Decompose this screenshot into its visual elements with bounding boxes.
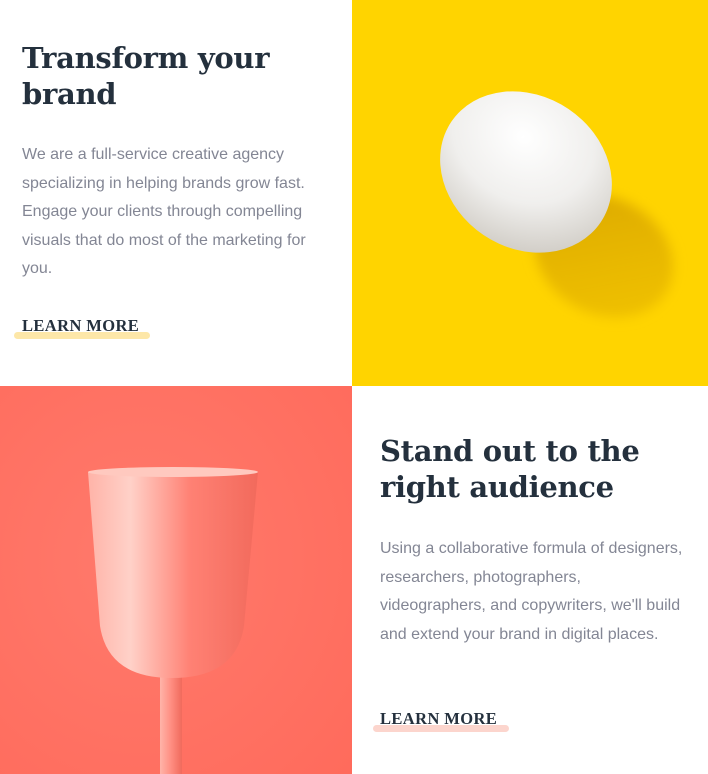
transform-learn-more-link[interactable]: LEARN MORE [22,316,139,336]
standout-heading-line2: right audience [380,470,614,504]
egg-illustration [352,0,708,386]
standout-heading-line1: Stand out to the [380,434,640,468]
transform-description: We are a full-service creative agency sp… [22,146,306,278]
egg-image [352,0,708,386]
feature-transform: Transform your brand We are a full-servi… [0,0,352,386]
feature-stand-out: Stand out to the right audience Using a … [352,386,708,774]
cup-rim [88,467,258,477]
standout-description: Using a collaborative formula of designe… [380,540,683,643]
transform-heading: Transform your brand [22,40,322,112]
standout-learn-more-link[interactable]: LEARN MORE [380,709,497,729]
transform-heading-line1: Transform your [22,41,270,75]
features-grid: Transform your brand We are a full-servi… [0,0,708,774]
cup-image [0,386,352,774]
cup-body [88,472,258,678]
cup-stem [160,666,182,774]
cup-illustration [0,386,352,774]
transform-heading-line2: brand [22,77,117,111]
standout-heading: Stand out to the right audience [380,433,680,505]
